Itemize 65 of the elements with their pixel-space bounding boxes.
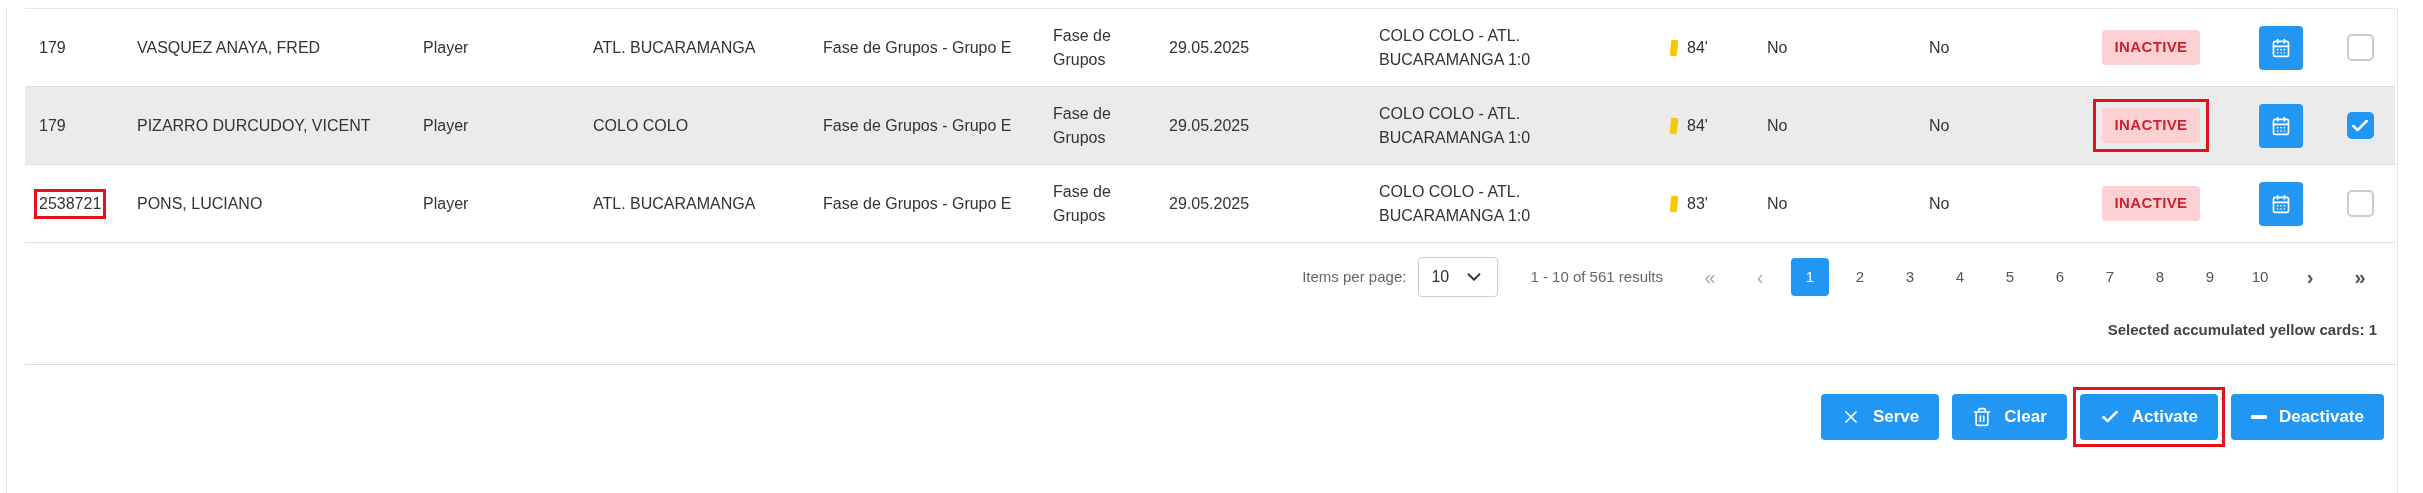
page-button[interactable]: 4 <box>1941 258 1979 296</box>
table-cell-text: No <box>1929 115 1950 136</box>
calendar-button[interactable] <box>2259 25 2303 70</box>
club-text: ATL. BUCARAMANGA <box>593 37 756 58</box>
match-text: COLO COLO - ATL. BUCARAMANGA 1:0 <box>1379 25 1532 70</box>
id-text: 179 <box>39 37 66 58</box>
card-icon <box>1669 38 1679 57</box>
date-text: 29.05.2025 <box>1169 115 1250 136</box>
next-page-button[interactable]: › <box>2291 258 2329 296</box>
table-cell-text: No <box>1767 193 1788 214</box>
calendar-icon <box>2271 115 2291 136</box>
table-cell-text: No <box>1929 193 1950 214</box>
card-icon <box>1669 194 1679 213</box>
status-badge: INACTIVE <box>2102 30 2200 65</box>
match-text: COLO COLO - ATL. BUCARAMANGA 1:0 <box>1379 181 1532 226</box>
row-checkbox[interactable] <box>2346 34 2374 61</box>
stage-text: Fase de Grupos <box>1053 25 1112 70</box>
page-button[interactable]: 10 <box>2241 258 2279 296</box>
page-button[interactable]: 7 <box>2091 258 2129 296</box>
player-name: PIZARRO DURCUDOY, VICENT <box>137 115 371 136</box>
status-badge: INACTIVE <box>2102 186 2200 221</box>
summary-text: Selected accumulated yellow cards: 1 <box>2107 320 2377 340</box>
player-name: VASQUEZ ANAYA, FRED <box>137 37 321 58</box>
table-cell-text: No <box>1929 37 1950 58</box>
results-range: 1 - 10 of 561 results <box>1530 266 1663 287</box>
phase-text: Fase de Grupos - Grupo E <box>823 193 1012 214</box>
calendar-button[interactable] <box>2259 181 2303 226</box>
page-button[interactable]: 8 <box>2141 258 2179 296</box>
stage-text: Fase de Grupos <box>1053 103 1112 148</box>
page-button[interactable]: 3 <box>1891 258 1929 296</box>
row-checkbox[interactable] <box>2346 190 2374 217</box>
stage-text: Fase de Grupos <box>1053 181 1112 226</box>
card-icon <box>1669 116 1679 135</box>
date-text: 29.05.2025 <box>1169 37 1250 58</box>
table-cell-text: No <box>1767 37 1788 58</box>
row-checkbox[interactable] <box>2346 112 2374 139</box>
club-text: COLO COLO <box>593 115 689 136</box>
role-text: Player <box>423 193 469 214</box>
minute-text: 83' <box>1687 193 1708 214</box>
date-text: 29.05.2025 <box>1169 193 1250 214</box>
calendar-button[interactable] <box>2259 103 2303 148</box>
calendar-icon <box>2271 193 2291 214</box>
status-badge: INACTIVE <box>2102 108 2200 143</box>
page-button[interactable]: 6 <box>2041 258 2079 296</box>
player-name: PONS, LUCIANO <box>137 193 263 214</box>
last-page-button[interactable]: » <box>2341 258 2379 296</box>
id-text: 2538721 <box>39 193 102 214</box>
items-per-page-label: Items per page: <box>1302 266 1407 287</box>
phase-text: Fase de Grupos - Grupo E <box>823 37 1012 58</box>
minute-text: 84' <box>1687 37 1708 58</box>
table-cell-text: No <box>1767 115 1788 136</box>
id-text: 179 <box>39 115 66 136</box>
match-text: COLO COLO - ATL. BUCARAMANGA 1:0 <box>1379 103 1532 148</box>
page-button[interactable]: 5 <box>1991 258 2029 296</box>
phase-text: Fase de Grupos - Grupo E <box>823 115 1012 136</box>
club-text: ATL. BUCARAMANGA <box>593 193 756 214</box>
minus-icon <box>2250 414 2267 419</box>
items-per-page-select[interactable]: 10 <box>1418 257 1499 297</box>
role-text: Player <box>423 37 469 58</box>
page-button[interactable]: 9 <box>2191 258 2229 296</box>
trash-icon <box>1972 406 1993 427</box>
minute-text: 84' <box>1687 115 1708 136</box>
page-button[interactable]: 2 <box>1841 258 1879 296</box>
calendar-icon <box>2271 37 2291 58</box>
role-text: Player <box>423 115 469 136</box>
